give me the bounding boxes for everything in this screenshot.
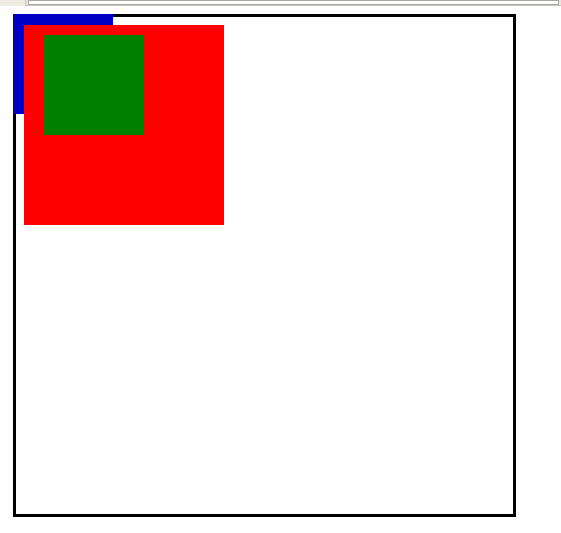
address-bar[interactable] [28,0,559,5]
green-square [44,35,144,135]
content-area [0,6,561,533]
